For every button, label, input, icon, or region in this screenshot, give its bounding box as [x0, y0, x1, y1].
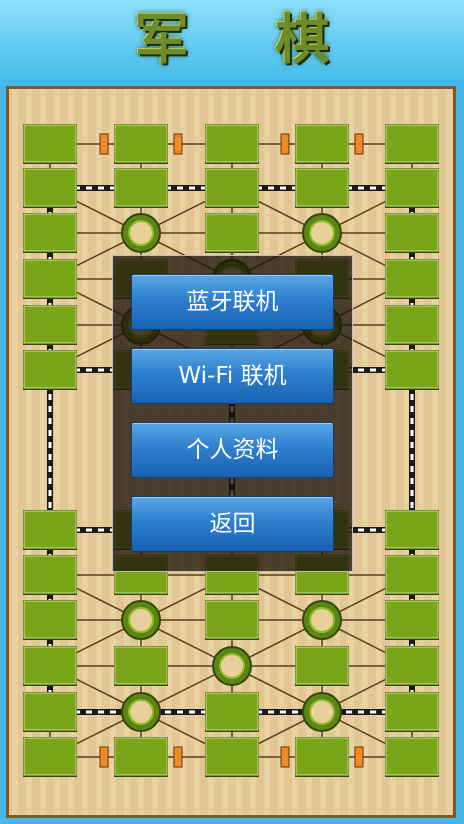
post-tile — [23, 692, 77, 731]
page-title: 军 棋 — [134, 8, 364, 71]
menu-dialog: 蓝牙联机 Wi-Fi 联机 个人资料 返回 — [112, 255, 353, 572]
post-tile — [385, 124, 439, 163]
profile-button[interactable]: 个人资料 — [131, 422, 334, 478]
headquarters-marker — [354, 133, 364, 155]
post-tile — [23, 510, 77, 549]
camp-center — [309, 699, 335, 725]
post-tile — [114, 646, 168, 685]
camp-center — [128, 699, 154, 725]
headquarters-marker — [173, 746, 183, 768]
headquarters-marker — [280, 133, 290, 155]
camp-center — [219, 653, 245, 679]
post-tile — [205, 213, 259, 252]
post-tile — [23, 350, 77, 389]
post-tile — [385, 168, 439, 207]
camp-center — [309, 607, 335, 633]
wifi-connect-button[interactable]: Wi-Fi 联机 — [131, 348, 334, 404]
post-tile — [205, 737, 259, 776]
headquarters-marker — [280, 746, 290, 768]
headquarters-marker — [99, 133, 109, 155]
post-tile — [23, 646, 77, 685]
post-tile — [23, 213, 77, 252]
post-tile — [295, 124, 349, 163]
post-tile — [23, 168, 77, 207]
post-tile — [385, 350, 439, 389]
post-tile — [295, 737, 349, 776]
post-tile — [114, 124, 168, 163]
post-tile — [205, 168, 259, 207]
camp-center — [128, 220, 154, 246]
post-tile — [385, 737, 439, 776]
post-tile — [23, 737, 77, 776]
post-tile — [385, 646, 439, 685]
post-tile — [385, 600, 439, 639]
post-tile — [385, 213, 439, 252]
post-tile — [205, 692, 259, 731]
post-tile — [114, 168, 168, 207]
post-tile — [295, 646, 349, 685]
title-bar: 军 棋 — [0, 0, 464, 80]
post-tile — [23, 555, 77, 594]
post-tile — [385, 305, 439, 344]
post-tile — [295, 168, 349, 207]
back-button[interactable]: 返回 — [131, 496, 334, 552]
post-tile — [205, 124, 259, 163]
post-tile — [205, 600, 259, 639]
post-tile — [23, 305, 77, 344]
post-tile — [385, 259, 439, 298]
headquarters-marker — [354, 746, 364, 768]
camp-center — [128, 607, 154, 633]
post-tile — [385, 692, 439, 731]
post-tile — [385, 555, 439, 594]
post-tile — [385, 510, 439, 549]
camp-center — [309, 220, 335, 246]
post-tile — [23, 600, 77, 639]
post-tile — [114, 737, 168, 776]
headquarters-marker — [99, 746, 109, 768]
post-tile — [23, 124, 77, 163]
bluetooth-connect-button[interactable]: 蓝牙联机 — [131, 274, 334, 330]
headquarters-marker — [173, 133, 183, 155]
post-tile — [23, 259, 77, 298]
